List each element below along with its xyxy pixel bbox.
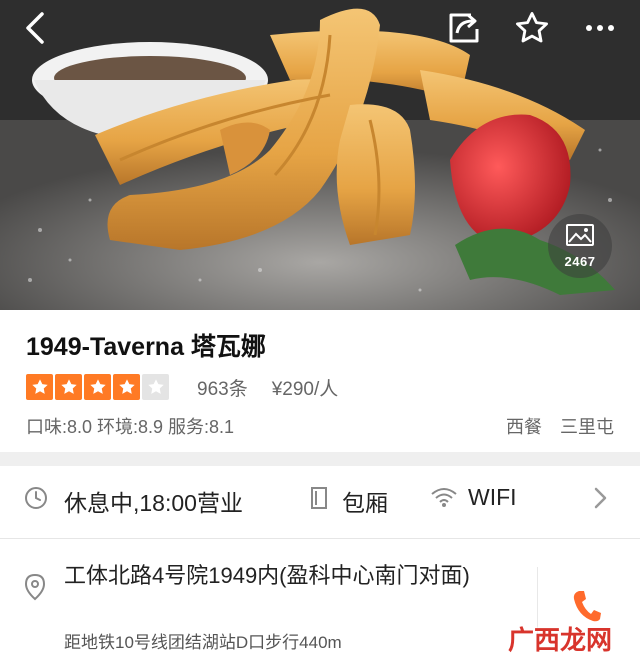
watermark: 广西龙网 <box>508 626 613 656</box>
metro-distance: 距地铁10号线团结湖站D口步行440m <box>64 633 342 652</box>
location-pin-icon <box>24 573 46 606</box>
image-icon <box>565 223 595 252</box>
star-icon <box>113 374 140 400</box>
star-rating <box>26 374 169 400</box>
share-icon[interactable] <box>440 4 488 52</box>
business-hours: 休息中,18:00营业 <box>64 490 243 516</box>
row-divider <box>0 538 640 539</box>
chevron-right-icon[interactable] <box>592 486 608 515</box>
gallery-badge[interactable]: 2467 <box>548 214 612 278</box>
section-divider <box>0 452 640 466</box>
private-room: 包厢 <box>342 490 388 516</box>
door-icon <box>308 486 330 515</box>
average-price: ¥290/人 <box>271 378 339 400</box>
review-count[interactable]: 963条 <box>197 374 248 401</box>
restaurant-name: 1949-Taverna 塔瓦娜 <box>26 333 266 361</box>
chevron-left-icon[interactable] <box>12 4 60 52</box>
tag-cuisine[interactable]: 西餐 <box>506 413 542 439</box>
score-breakdown: 口味:8.0 环境:8.9 服务:8.1 <box>26 417 235 437</box>
tag-area[interactable]: 三里屯 <box>560 413 614 439</box>
facilities-row[interactable]: 休息中,18:00营业 包厢 WIFI <box>0 466 640 532</box>
star-icon <box>84 374 111 400</box>
more-icon[interactable] <box>576 4 624 52</box>
rating-row: 963条 ¥290/人 <box>26 373 338 401</box>
star-outline-icon[interactable] <box>508 4 556 52</box>
wifi-icon <box>430 486 458 513</box>
address-text: 工体北路4号院1949内(盈科中心南门对面) <box>64 563 470 588</box>
star-icon <box>142 374 169 400</box>
star-icon <box>55 374 82 400</box>
hero-photo[interactable]: 2467 <box>0 0 640 310</box>
wifi-label: WIFI <box>468 484 517 510</box>
star-icon <box>26 374 53 400</box>
category-tags: 西餐 三里屯 <box>506 413 614 439</box>
gallery-count: 2467 <box>564 254 596 269</box>
clock-icon <box>24 486 48 515</box>
